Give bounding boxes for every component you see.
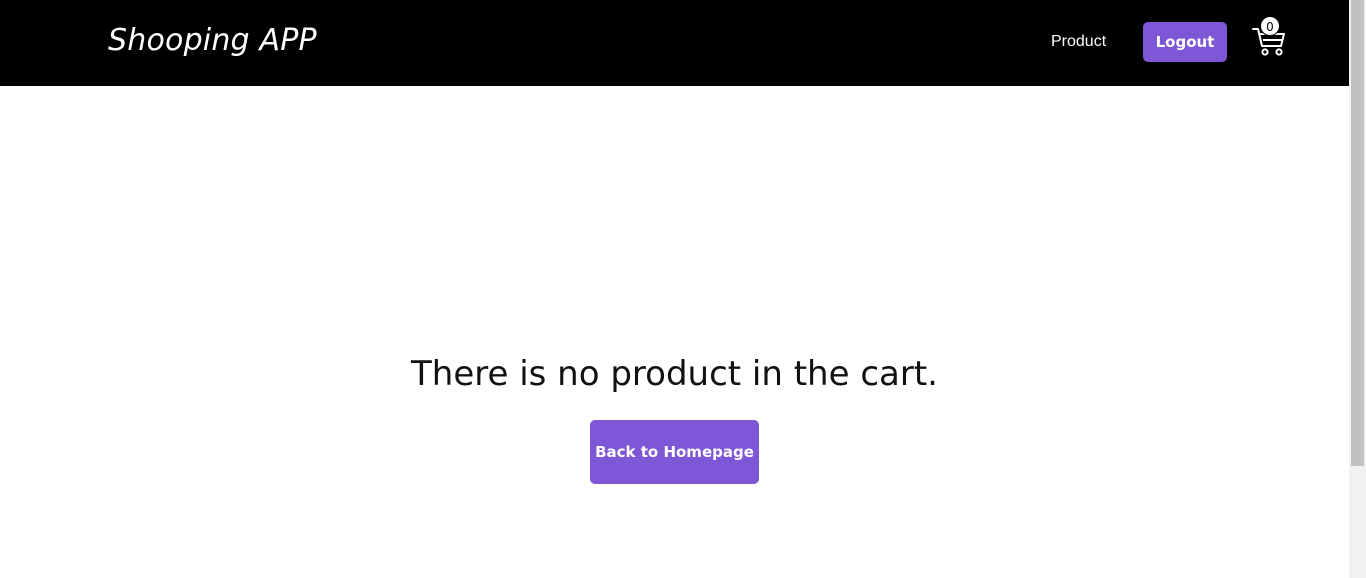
cart-count-badge: 0 bbox=[1260, 16, 1280, 36]
cart-button[interactable]: 0 bbox=[1252, 16, 1288, 58]
vertical-scrollbar[interactable] bbox=[1349, 0, 1366, 578]
back-to-homepage-button[interactable]: Back to Homepage bbox=[590, 420, 759, 484]
page: Shooping APP Product Logout 0 There is n… bbox=[0, 0, 1366, 578]
navbar: Shooping APP Product Logout 0 bbox=[0, 0, 1349, 86]
nav-link-product[interactable]: Product bbox=[1051, 31, 1106, 53]
brand-title[interactable]: Shooping APP bbox=[108, 21, 317, 61]
logout-button[interactable]: Logout bbox=[1143, 22, 1227, 62]
empty-cart-message: There is no product in the cart. bbox=[411, 354, 938, 394]
scrollbar-thumb[interactable] bbox=[1351, 0, 1364, 466]
